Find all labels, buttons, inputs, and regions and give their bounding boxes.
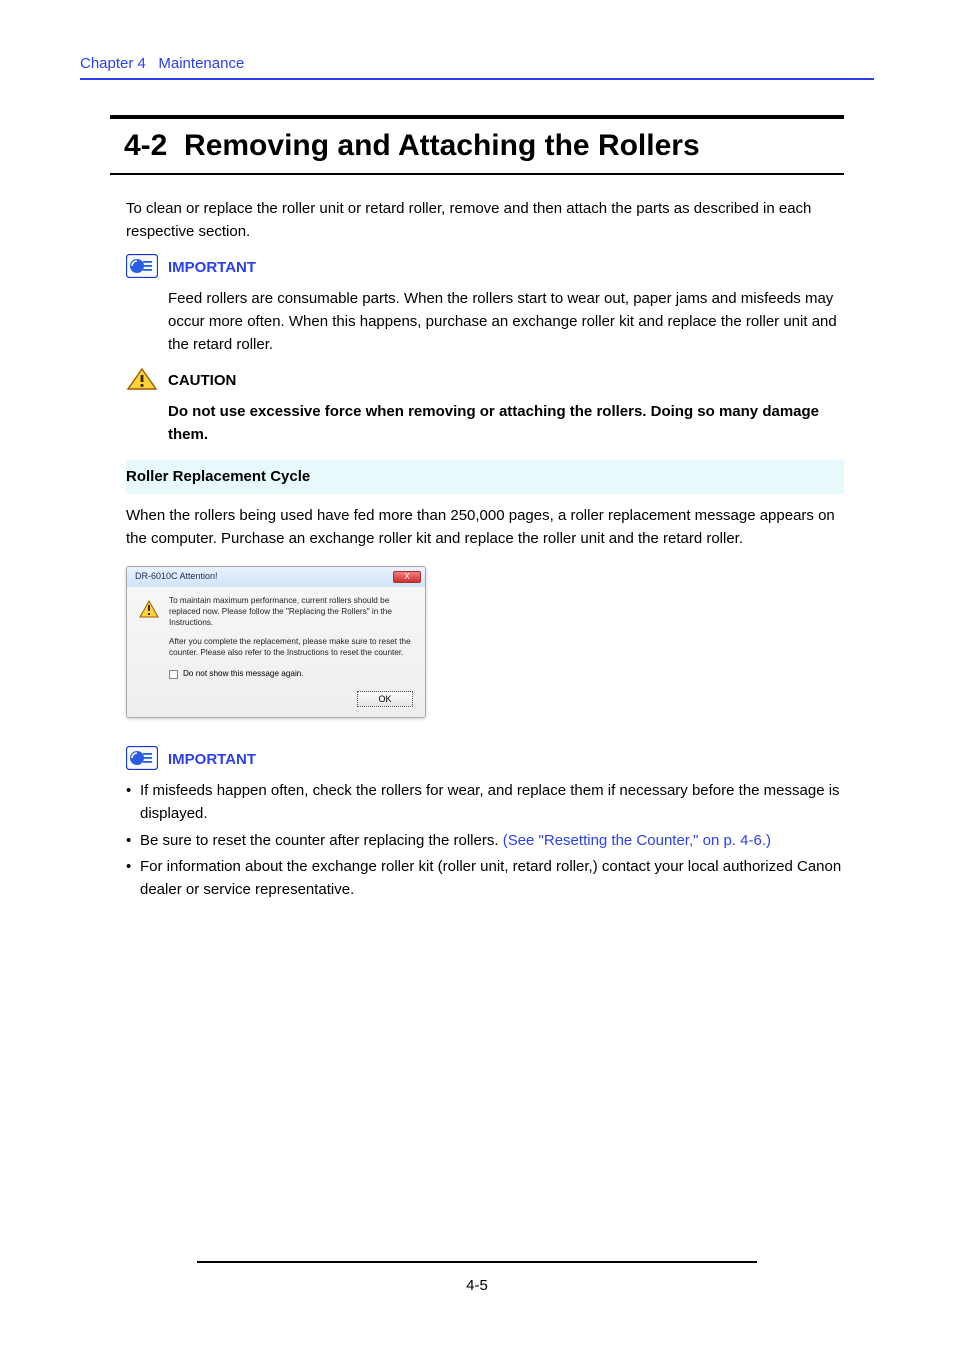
page: Chapter 4 Maintenance 4-2 Removing and A…	[0, 0, 954, 901]
page-footer: 4-5	[0, 1261, 954, 1294]
important-1-text: Feed rollers are consumable parts. When …	[126, 287, 844, 357]
important-notice-1: IMPORTANT	[126, 254, 844, 279]
chapter-label: Chapter 4	[80, 55, 146, 72]
warning-triangle-icon	[139, 599, 159, 619]
bullet-1: If misfeeds happen often, check the roll…	[126, 779, 844, 826]
dialog-body: To maintain maximum performance, current…	[127, 587, 425, 717]
dialog-paragraph-1: To maintain maximum performance, current…	[169, 595, 413, 628]
caution-heading: CAUTION	[168, 367, 844, 392]
content-body: To clean or replace the roller unit or r…	[126, 175, 844, 901]
important-1-heading: IMPORTANT	[168, 254, 844, 279]
important-2-heading: IMPORTANT	[168, 746, 844, 771]
important-icon	[126, 254, 158, 278]
cycle-paragraph: When the rollers being used have fed mor…	[126, 504, 844, 551]
bullet-3: For information about the exchange rolle…	[126, 855, 844, 902]
dialog-close-button[interactable]: X	[393, 571, 421, 583]
important-notice-2: IMPORTANT	[126, 746, 844, 771]
footer-rule	[197, 1261, 757, 1263]
dialog-checkbox-label: Do not show this message again.	[183, 668, 304, 681]
reset-counter-link[interactable]: (See "Resetting the Counter," on p. 4-6.…	[503, 832, 771, 849]
caution-notice: CAUTION	[126, 367, 844, 392]
section-heading: 4-2 Removing and Attaching the Rollers	[110, 119, 844, 173]
section-heading-block: 4-2 Removing and Attaching the Rollers	[110, 115, 844, 175]
important-1-body: IMPORTANT	[168, 254, 844, 279]
dialog-titlebar: DR-6010C Attention! X	[127, 567, 425, 587]
section-title: Removing and Attaching the Rollers	[184, 129, 700, 162]
important-2-body: IMPORTANT	[168, 746, 844, 771]
dialog-checkbox-row: Do not show this message again.	[169, 668, 413, 681]
running-header: Chapter 4 Maintenance	[80, 55, 874, 72]
caution-icon	[126, 367, 158, 391]
dialog-ok-button[interactable]: OK	[357, 691, 413, 707]
dialog-checkbox[interactable]	[169, 670, 178, 679]
important-icon	[126, 746, 158, 770]
caution-text: Do not use excessive force when removing…	[126, 400, 844, 447]
bullet-2-pre: Be sure to reset the counter after repla…	[140, 832, 503, 849]
page-number: 4-5	[0, 1277, 954, 1294]
important-2-bullets: If misfeeds happen often, check the roll…	[126, 779, 844, 901]
attention-dialog: DR-6010C Attention! X To maintain maximu…	[126, 566, 426, 718]
intro-paragraph: To clean or replace the roller unit or r…	[126, 197, 844, 244]
header-rule	[80, 78, 874, 80]
caution-body: CAUTION	[168, 367, 844, 392]
bullet-2: Be sure to reset the counter after repla…	[126, 829, 844, 852]
dialog-paragraph-2: After you complete the replacement, plea…	[169, 636, 413, 658]
roller-replacement-cycle-heading: Roller Replacement Cycle	[126, 460, 844, 493]
dialog-title: DR-6010C Attention!	[135, 570, 218, 584]
section-number: 4-2	[124, 129, 167, 162]
chapter-title: Maintenance	[158, 55, 244, 72]
